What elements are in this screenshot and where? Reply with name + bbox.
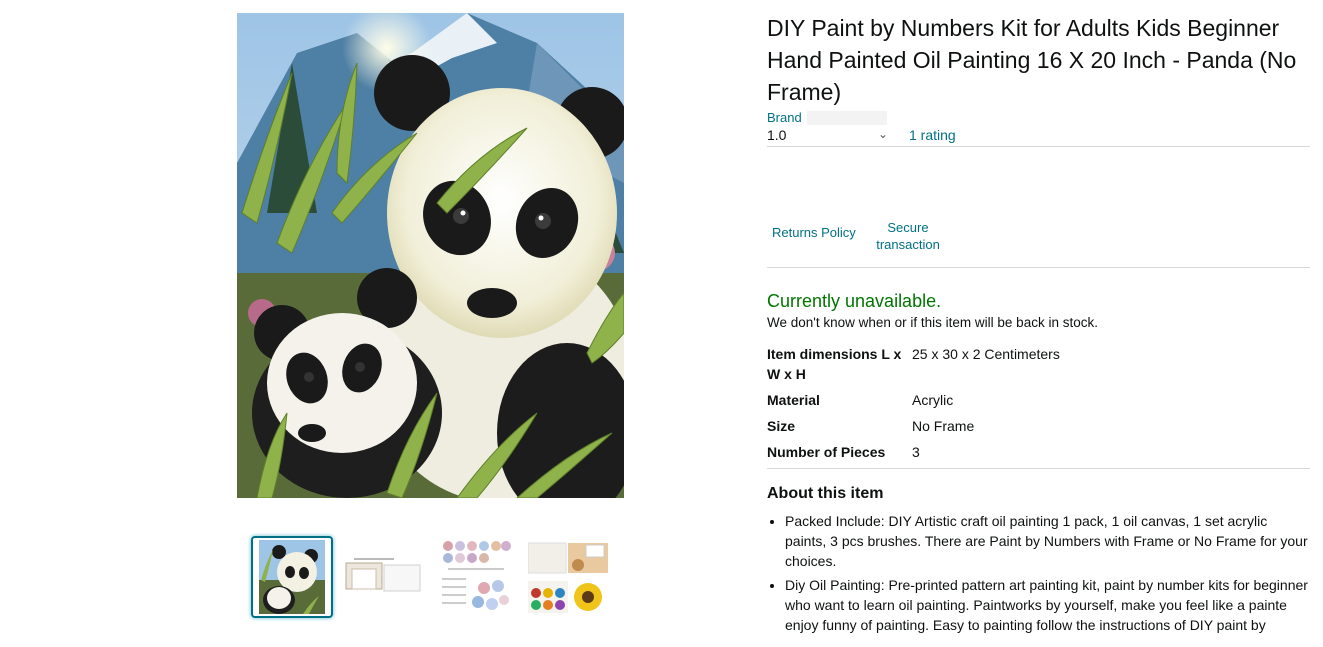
thumbnail-strip (251, 536, 621, 620)
availability-status: Currently unavailable. (767, 291, 942, 311)
thumbnail-paint-set[interactable] (435, 536, 517, 618)
spec-value: 25 x 30 x 2 Centimeters (912, 346, 1060, 362)
spec-key: Material (767, 392, 820, 408)
brand-row[interactable]: Brand (767, 110, 1310, 126)
spec-row: Number of Pieces 3 (767, 442, 1310, 468)
secure-transaction-link[interactable]: Secure transaction (875, 219, 941, 253)
spec-value: Acrylic (912, 392, 954, 408)
thumbnail-panda[interactable] (251, 536, 333, 618)
about-title: About this item (767, 485, 884, 502)
about-bullets: Packed Include: DIY Artistic craft oil p… (767, 511, 1310, 635)
availability-note: We don't know when or if this item will … (767, 315, 1098, 330)
policies-row: Returns Policy Secure transaction (767, 147, 1310, 267)
chevron-down-icon[interactable]: ⌄ (878, 125, 888, 143)
rating-count-link[interactable]: 1 rating (909, 126, 956, 144)
divider (767, 267, 1310, 268)
spec-value: No Frame (912, 418, 975, 434)
thumbnail-frame-options[interactable] (343, 536, 425, 618)
main-product-image[interactable] (237, 13, 624, 498)
spec-value: 3 (912, 444, 920, 460)
brand-name-redacted (807, 111, 887, 125)
spec-row: Material Acrylic (767, 390, 1310, 416)
list-item: Packed Include: DIY Artistic craft oil p… (785, 511, 1310, 571)
product-title: DIY Paint by Numbers Kit for Adults Kids… (767, 15, 1297, 105)
rating-row: 1.0 ⌄ 1 rating (767, 126, 1310, 144)
specs-table: Item dimensions L x W x H 25 x 30 x 2 Ce… (767, 344, 1310, 468)
spec-row: Item dimensions L x W x H 25 x 30 x 2 Ce… (767, 344, 1310, 390)
rating-value[interactable]: 1.0 (767, 126, 786, 144)
brand-label[interactable]: Brand (767, 110, 802, 125)
spec-key: Number of Pieces (767, 444, 886, 460)
spec-key: Size (767, 418, 796, 434)
list-item: Diy Oil Painting: Pre-printed pattern ar… (785, 575, 1310, 635)
thumbnail-painting-process[interactable] (527, 536, 609, 618)
spec-key: Item dimensions L x W x H (767, 346, 902, 382)
returns-policy-link[interactable]: Returns Policy (772, 224, 856, 241)
spec-row: Size No Frame (767, 416, 1310, 442)
product-details: DIY Paint by Numbers Kit for Adults Kids… (767, 12, 1310, 639)
divider (767, 468, 1310, 469)
